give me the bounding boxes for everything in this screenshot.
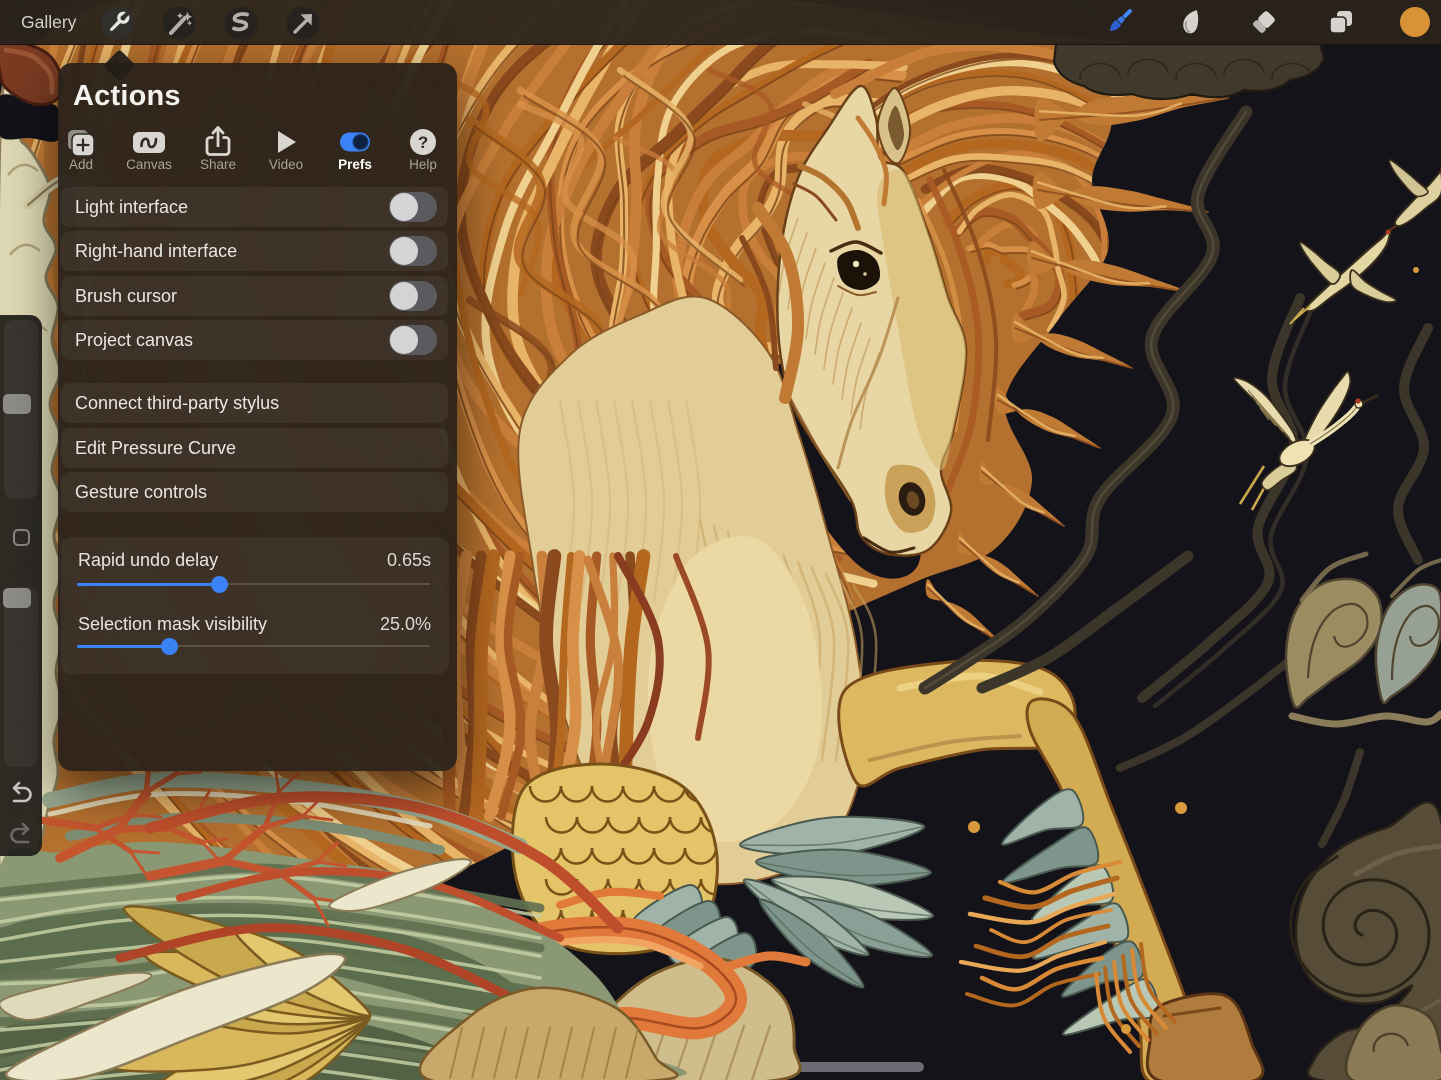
- svg-text:Help: Help: [409, 157, 437, 172]
- svg-text:?: ?: [418, 133, 428, 152]
- svg-text:Share: Share: [200, 157, 236, 172]
- svg-text:Video: Video: [269, 157, 303, 172]
- svg-text:Canvas: Canvas: [126, 157, 172, 172]
- svg-text:Prefs: Prefs: [338, 157, 372, 172]
- svg-text:Add: Add: [69, 157, 93, 172]
